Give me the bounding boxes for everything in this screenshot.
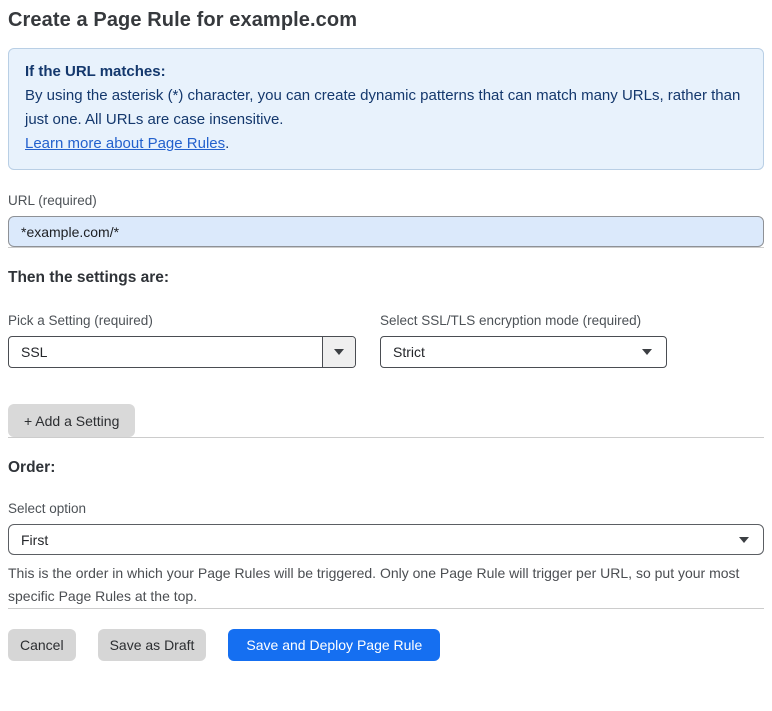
order-help-text: This is the order in which your Page Rul… [8, 565, 740, 604]
order-dropdown[interactable]: First [8, 524, 764, 555]
pick-setting-column: Pick a Setting (required) SSL [8, 290, 356, 368]
create-page-rule-panel: Create a Page Rule for example.com If th… [0, 0, 772, 681]
link-suffix: . [225, 135, 230, 152]
encryption-mode-dropdown[interactable]: Strict [380, 336, 667, 368]
chevron-down-icon [739, 536, 749, 543]
pick-setting-value: SSL [21, 344, 48, 360]
url-input[interactable] [8, 216, 764, 247]
order-section-heading: Order: [8, 459, 56, 476]
encryption-mode-label: Select SSL/TLS encryption mode (required… [380, 313, 642, 328]
encryption-mode-value: Strict [393, 344, 425, 360]
chevron-down-icon [642, 349, 652, 355]
page-title: Create a Page Rule for example.com [8, 9, 358, 31]
add-setting-button[interactable]: + Add a Setting [8, 404, 136, 437]
pick-setting-dropdown[interactable]: SSL [8, 336, 356, 368]
settings-section-heading: Then the settings are: [8, 269, 170, 286]
footer-actions: Cancel Save as Draft Save and Deploy Pag… [8, 629, 764, 661]
learn-more-link[interactable]: Learn more about Page Rules [25, 135, 225, 152]
url-field-label: URL (required) [8, 193, 97, 208]
encryption-mode-column: Select SSL/TLS encryption mode (required… [380, 290, 667, 368]
divider [8, 608, 764, 609]
divider [8, 437, 764, 438]
pick-setting-label: Pick a Setting (required) [8, 313, 153, 328]
save-deploy-button[interactable]: Save and Deploy Page Rule [228, 629, 441, 661]
order-value: First [21, 531, 49, 548]
order-select-label: Select option [8, 501, 87, 516]
info-box-link-line: Learn more about Page Rules. [25, 132, 747, 156]
divider [8, 247, 764, 248]
cancel-button[interactable]: Cancel [8, 629, 76, 661]
url-match-info-box: If the URL matches: By using the asteris… [8, 48, 764, 170]
settings-selects-row: Pick a Setting (required) SSL Select SSL… [8, 290, 764, 368]
dropdown-arrow-box [322, 337, 355, 367]
info-box-body: By using the asterisk (*) character, you… [25, 87, 741, 128]
chevron-down-icon [334, 349, 344, 355]
save-draft-button[interactable]: Save as Draft [97, 629, 207, 661]
info-box-heading: If the URL matches: [25, 63, 166, 80]
